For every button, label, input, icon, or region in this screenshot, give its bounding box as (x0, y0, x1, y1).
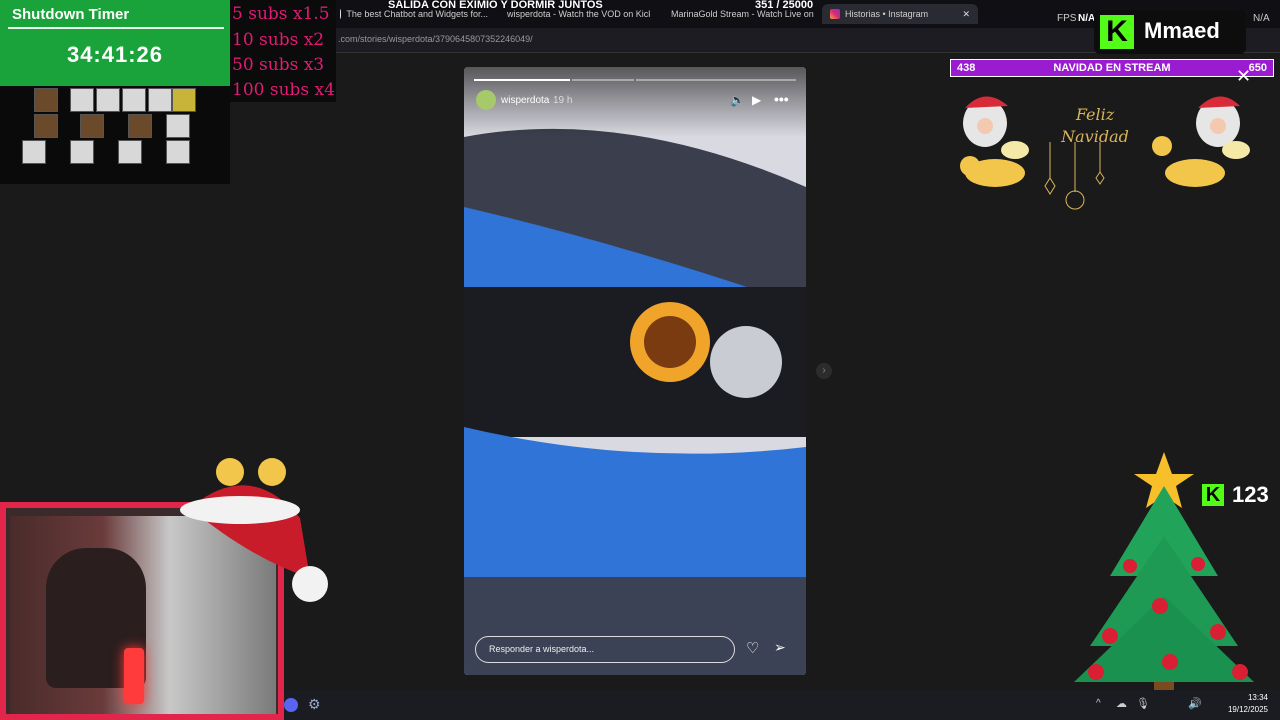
browser-tab-active[interactable]: Historias • Instagram ✕ (822, 4, 978, 24)
event-progress-bar: 438 NAVIDAD EN STREAM 650 (950, 59, 1274, 77)
thumbnail (34, 114, 58, 138)
shutdown-timer: Shutdown Timer 34:41:26 (0, 0, 230, 86)
cloud-icon[interactable]: ☁ (1116, 697, 1127, 710)
microphone-icon[interactable]: 🎙 (1136, 697, 1150, 710)
lamp (124, 648, 144, 704)
kick-logo-icon: K (1202, 484, 1224, 506)
santa-duck-decoration (1152, 96, 1250, 187)
sub-multiplier: 10 subs x2 (232, 30, 325, 50)
stream-title: SALIDA CON EXIMIO Y DORMIR JUNTOS (388, 0, 603, 11)
story-image (464, 67, 806, 675)
sub-multiplier: 50 subs x3 (232, 55, 325, 75)
heart-icon[interactable]: ♡ (746, 639, 759, 657)
timer-title: Shutdown Timer (12, 6, 130, 23)
thumbnail-grid (0, 86, 230, 184)
sub-multiplier: 100 subs x4 (232, 80, 335, 100)
share-icon[interactable]: ➢ (774, 639, 786, 656)
sub-goal-count: 351 / 25000 (755, 0, 814, 11)
discord-icon[interactable] (284, 698, 298, 712)
close-tab-icon[interactable]: ✕ (962, 9, 970, 20)
story-header: wisperdota 19 h 🔈 ▶ ••• (464, 67, 806, 137)
instagram-icon (830, 9, 840, 19)
thumbnail (118, 140, 142, 164)
story-viewer[interactable]: wisperdota 19 h 🔈 ▶ ••• Responder a wisp… (464, 67, 806, 675)
chevron-up-icon[interactable]: ^ (1096, 698, 1101, 709)
mute-icon[interactable]: 🔈 (730, 93, 745, 107)
sub-multiplier: 5 subs x1.5 (232, 4, 330, 24)
thumbnail (22, 140, 46, 164)
viewer-count: 123 (1232, 482, 1269, 507)
thumbnail (80, 114, 104, 138)
channel-name: Mmaed (1144, 18, 1220, 43)
more-options-icon[interactable]: ••• (774, 91, 789, 107)
story-reply-input[interactable]: Responder a wisperdota... (475, 636, 735, 663)
speaker-icon[interactable]: 🔊 (1188, 697, 1202, 710)
sub-multipliers: 5 subs x1.5 10 subs x2 50 subs x3 100 su… (230, 0, 336, 102)
avatar[interactable] (476, 90, 496, 110)
story-username[interactable]: wisperdota (501, 95, 549, 106)
ornament-icon (1044, 142, 1105, 210)
kick-channel-badge: K Mmaed (1094, 10, 1246, 54)
taskbar: ⚙ ^ ☁ 🎙 🔊 13:34 19/12/2025 (284, 690, 1280, 720)
thumbnail (128, 114, 152, 138)
story-progress-segment (572, 79, 634, 81)
story-progress-segment (474, 79, 570, 81)
thumbnail (122, 88, 146, 112)
kick-viewer-counter: K 123 (1200, 482, 1280, 508)
thumbnail (70, 88, 94, 112)
santa-hat-decoration (180, 458, 328, 602)
story-progress-segment (636, 79, 796, 81)
gear-icon[interactable]: ⚙ (308, 696, 321, 713)
url-text: .com/stories/wisperdota/3790645807352246… (338, 34, 533, 44)
thumbnail (172, 88, 196, 112)
taskbar-date[interactable]: 19/12/2025 (1228, 705, 1268, 714)
reply-placeholder: Responder a wisperdota... (489, 644, 595, 654)
taskbar-time[interactable]: 13:34 (1248, 693, 1268, 702)
divider (8, 27, 224, 29)
feliz-navidad-decoration: Feliz Navidad (1040, 82, 1150, 212)
thumbnail (166, 114, 190, 138)
stat-value: N/A (1253, 13, 1270, 24)
thumbnail (96, 88, 120, 112)
fps-value: N/A (1078, 13, 1096, 24)
story-time: 19 h (553, 95, 573, 106)
progress-goal: 650 (1248, 62, 1267, 74)
thumbnail (70, 140, 94, 164)
kick-logo-icon: K (1100, 15, 1134, 49)
thumbnail (148, 88, 172, 112)
close-icon[interactable]: ✕ (1236, 66, 1251, 87)
next-story-arrow-icon[interactable]: › (816, 363, 832, 379)
progress-label: NAVIDAD EN STREAM (1053, 62, 1171, 74)
santa-duck-decoration (960, 96, 1029, 187)
play-icon[interactable]: ▶ (752, 93, 761, 107)
diamond-icon (340, 9, 342, 19)
thumbnail (166, 140, 190, 164)
fps-label: FPS (1057, 13, 1077, 24)
thumbnail (34, 88, 58, 112)
timer-value: 34:41:26 (66, 42, 164, 67)
